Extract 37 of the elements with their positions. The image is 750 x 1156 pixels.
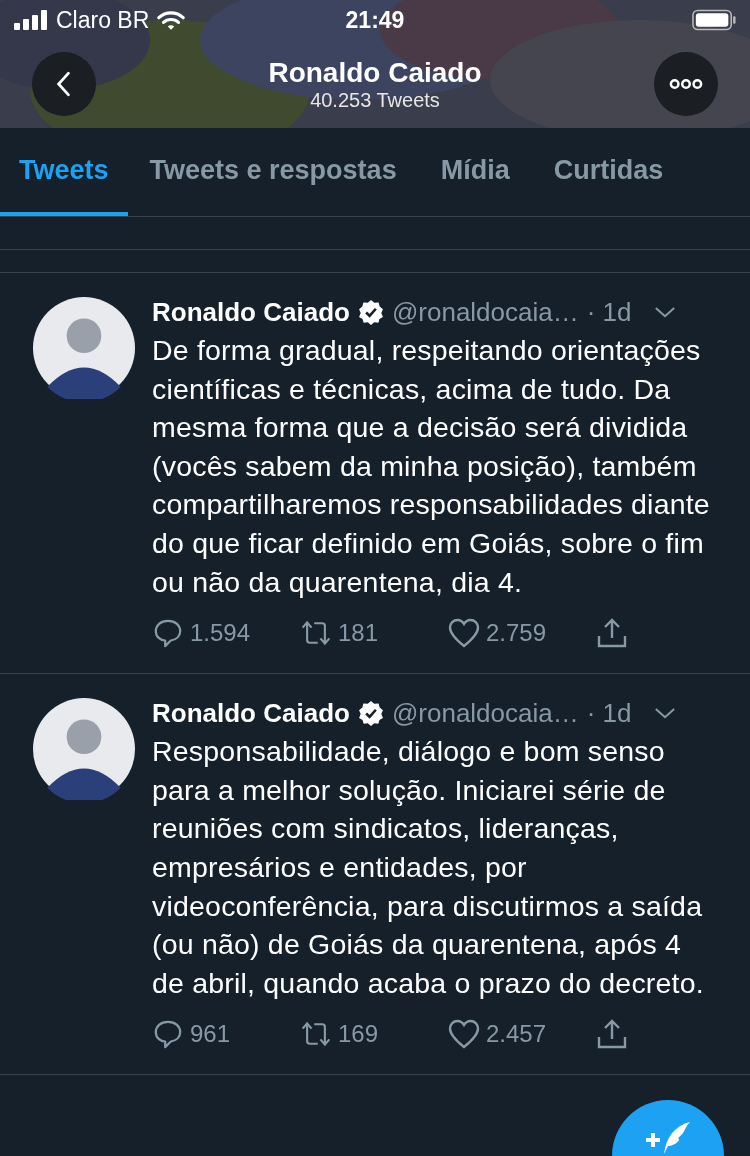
heart-icon[interactable]: [448, 1019, 480, 1050]
avatar-icon: [33, 698, 135, 801]
author-name: Ronaldo Caiado: [152, 296, 350, 328]
share-icon[interactable]: [596, 617, 628, 650]
avatar-icon: [33, 297, 135, 399]
reply-icon[interactable]: [152, 618, 184, 649]
battery-icon: [692, 9, 736, 31]
tweet-time: · 1d: [586, 296, 632, 328]
like-count: 2.759: [486, 619, 547, 648]
retweet-count: 169: [338, 1020, 379, 1049]
signal-icon: [14, 10, 48, 30]
reply-count: 1.594: [190, 619, 251, 648]
profile-tab[interactable]: Curtidas: [531, 128, 686, 216]
tweet-text: Responsabilidade, diálogo e bom senso para a melhor solução. Iniciarei série de reuniões com sindicatos, lideranças, empresários e entidades, por videoconferência, para discutirmos a saída (ou não) de Goiás da quarentena, após 4 de abril, quando acaba o prazo do decreto.: [152, 734, 705, 1001]
like-count: 2.457: [486, 1020, 547, 1049]
heart-icon[interactable]: [448, 618, 480, 649]
chevron-down-icon[interactable]: [653, 305, 676, 319]
tweet-count: 40.253 Tweets: [310, 88, 440, 112]
more-icon: [669, 78, 703, 90]
wifi-icon: [157, 9, 186, 31]
author-handle: @ronaldocaia…: [391, 697, 579, 729]
carrier-name: Claro BR: [56, 6, 150, 34]
author-name: Ronaldo Caiado: [152, 697, 350, 729]
profile-tab[interactable]: Tweets: [0, 128, 128, 216]
profile-tab[interactable]: Tweets e respostas: [127, 128, 419, 216]
tweet-time: · 1d: [586, 697, 632, 729]
retweet-count: 181: [338, 619, 379, 648]
share-icon[interactable]: [596, 1018, 628, 1051]
chevron-left-icon: [55, 70, 73, 98]
clock-time: 21:49: [345, 6, 405, 34]
tweet-text: De forma gradual, respeitando orientações científicas e técnicas, acima de tudo. Da mesma forma que a decisão será dividida (vocês sabem da minha posição), também compartilharemos responsabilidades diante do que ficar definido em Goiás, sobre o fim ou não da quarentena, dia 4.: [152, 333, 711, 600]
profile-tab[interactable]: Mídia: [418, 128, 532, 216]
reply-count: 961: [190, 1020, 231, 1049]
reply-icon[interactable]: [152, 1019, 184, 1050]
profile-name: Ronaldo Caiado: [268, 56, 482, 89]
chevron-down-icon[interactable]: [653, 706, 676, 720]
author-handle: @ronaldocaia…: [391, 296, 579, 328]
